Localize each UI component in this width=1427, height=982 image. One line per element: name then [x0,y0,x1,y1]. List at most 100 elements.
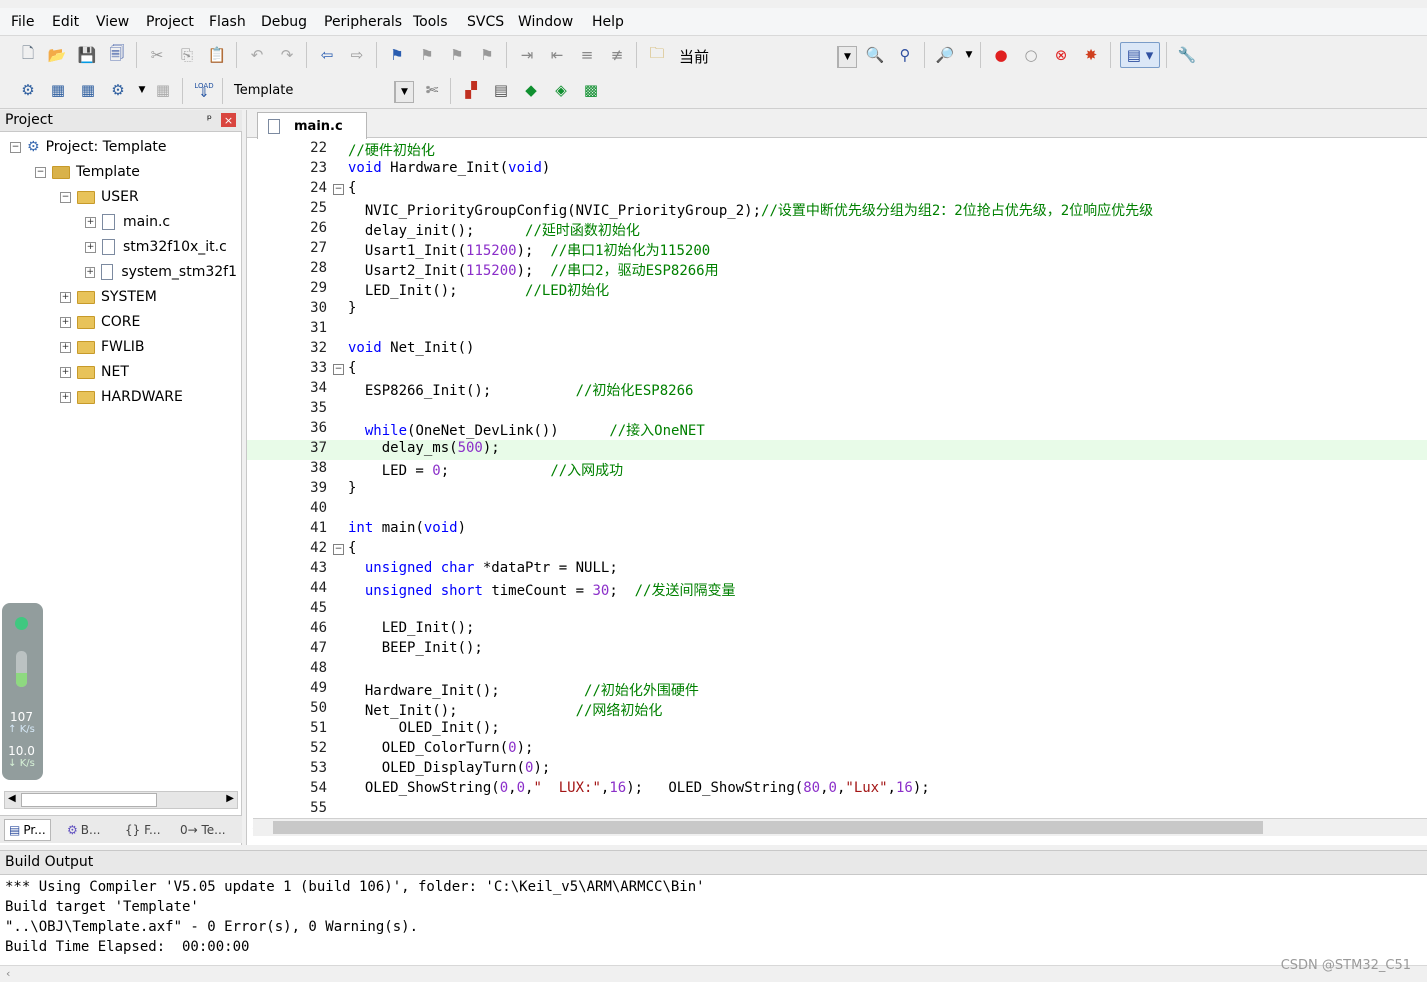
code-line[interactable]: 55 [247,800,1427,820]
code-line[interactable]: 50 Net_Init(); //网络初始化 [247,700,1427,720]
tab-books[interactable]: ⚙ B... [62,819,105,841]
code-line[interactable]: 29 LED_Init(); //LED初始化 [247,280,1427,300]
code-line[interactable]: 44 unsigned short timeCount = 30; //发送间隔… [247,580,1427,600]
code-line[interactable]: 23 void Hardware_Init(void) [247,160,1427,180]
disable-all-breakpoints-icon[interactable]: ⊗ [1050,44,1072,66]
collapse-icon[interactable]: − [35,166,46,178]
find-icon[interactable]: 🔍 [864,44,886,66]
menu-window[interactable]: Window [518,14,573,30]
indent-icon[interactable]: ⇥ [516,44,538,66]
tab-main-c[interactable]: main.c [257,112,367,139]
code-line[interactable]: 25 NVIC_PriorityGroupConfig(NVIC_Priorit… [247,200,1427,220]
code-line[interactable]: 36 while(OneNet_DevLink()) //接入OneNET [247,420,1427,440]
tree-file-it[interactable]: + stm32f10x_it.c [85,236,227,258]
tree-group-system[interactable]: + SYSTEM [60,286,157,308]
scroll-left-icon[interactable]: ‹ [6,967,10,980]
new-file-icon[interactable]: 🗋 [17,44,39,66]
breakpoint-icon[interactable]: ● [990,44,1012,66]
tab-functions[interactable]: {} F... [120,819,166,841]
pack-installer-icon[interactable]: ▩ [580,79,602,101]
code-line[interactable]: 49 Hardware_Init(); //初始化外围硬件 [247,680,1427,700]
code-line[interactable]: 33 { [247,360,1427,380]
menu-svcs[interactable]: SVCS [467,14,504,30]
code-line[interactable]: 48 [247,660,1427,680]
batch-build-icon[interactable]: ⚙ [107,79,129,101]
menu-help[interactable]: Help [592,14,624,30]
close-icon[interactable]: × [221,113,236,127]
expand-icon[interactable]: + [85,266,96,278]
next-bookmark-icon[interactable]: ⚑ [446,44,468,66]
manage-run-time-env-icon[interactable]: ◆ [520,79,542,101]
menu-edit[interactable]: Edit [52,14,79,30]
code-line[interactable]: 38 LED = 0; //入网成功 [247,460,1427,480]
expand-icon[interactable]: + [60,391,71,403]
tree-group-user[interactable]: − USER [60,186,139,208]
disable-breakpoint-icon[interactable]: ○ [1020,44,1042,66]
expand-icon[interactable]: + [60,366,71,378]
code-line[interactable]: 53 OLED_DisplayTurn(0); [247,760,1427,780]
download-icon[interactable]: LOAD ⇓ [192,77,216,103]
open-file-icon[interactable]: 📂 [46,44,68,66]
expand-icon[interactable]: + [60,316,71,328]
expand-icon[interactable]: + [85,216,96,228]
target-select[interactable]: Template [234,83,293,98]
code-line[interactable]: 27 Usart1_Init(115200); //串口1初始化为115200 [247,240,1427,260]
tab-templates[interactable]: 0→ Te... [175,819,231,841]
collapse-icon[interactable]: − [60,191,71,203]
uncomment-icon[interactable]: ≢ [606,44,628,66]
tree-group-hardware[interactable]: + HARDWARE [60,386,183,408]
menu-view[interactable]: View [96,14,129,30]
code-line[interactable]: 24 { [247,180,1427,200]
file-extensions-icon[interactable]: ▤ [490,79,512,101]
redo-icon[interactable]: ↷ [276,44,298,66]
find-scope-label[interactable]: 当前 [679,46,709,67]
tab-project[interactable]: ▤ Pr... [4,819,51,841]
incremental-find-icon[interactable]: ⚲ [894,44,916,66]
code-line[interactable]: 54 OLED_ShowString(0,0," LUX:",16); OLED… [247,780,1427,800]
navigate-back-icon[interactable]: ⇦ [316,44,338,66]
code-line[interactable]: 22 //硬件初始化 [247,140,1427,160]
editor-hscrollbar[interactable] [253,818,1427,836]
fold-toggle-icon[interactable]: − [333,364,344,375]
code-line[interactable]: 51 OLED_Init(); [247,720,1427,740]
copy-icon[interactable]: ⎘ [176,44,198,66]
code-line[interactable]: 43 unsigned char *dataPtr = NULL; [247,560,1427,580]
code-line[interactable]: 26 delay_init(); //延时函数初始化 [247,220,1427,240]
rebuild-icon[interactable]: ▦ [77,79,99,101]
target-options-icon[interactable]: ✄ [421,79,443,101]
select-software-packs-icon[interactable]: ◈ [550,79,572,101]
save-all-icon[interactable]: 🗐 [106,44,128,66]
window-layout-icon[interactable]: ▤ ▾ [1120,42,1160,68]
menu-file[interactable]: File [11,14,34,30]
undo-icon[interactable]: ↶ [246,44,268,66]
code-line[interactable]: 34 ESP8266_Init(); //初始化ESP8266 [247,380,1427,400]
prev-bookmark-icon[interactable]: ⚑ [416,44,438,66]
tree-project-root[interactable]: − ⚙ Project: Template [10,136,167,158]
tree-file-main[interactable]: + main.c [85,211,170,233]
expand-icon[interactable]: + [60,291,71,303]
paste-icon[interactable]: 📋 [206,44,228,66]
save-icon[interactable]: 💾 [76,44,98,66]
target-dropdown[interactable]: ▼ [394,81,414,103]
bookmark-icon[interactable]: ⚑ [386,44,408,66]
unindent-icon[interactable]: ⇤ [546,44,568,66]
code-line[interactable]: 52 OLED_ColorTurn(0); [247,740,1427,760]
code-line[interactable]: 45 [247,600,1427,620]
scroll-thumb[interactable] [21,793,157,807]
code-line[interactable]: 39} [247,480,1427,500]
code-line[interactable]: 41 int main(void) [247,520,1427,540]
menu-debug[interactable]: Debug [261,14,307,30]
tree-group-fwlib[interactable]: + FWLIB [60,336,144,358]
kill-all-breakpoints-icon[interactable]: ✸ [1080,44,1102,66]
menu-flash[interactable]: Flash [209,14,246,30]
scroll-thumb[interactable] [273,821,1263,834]
code-line[interactable]: 31 [247,320,1427,340]
clear-bookmarks-icon[interactable]: ⚑ [476,44,498,66]
code-line[interactable]: 30} [247,300,1427,320]
expand-icon[interactable]: + [85,241,96,253]
navigate-forward-icon[interactable]: ⇨ [346,44,368,66]
comment-icon[interactable]: ≡ [576,44,598,66]
fold-toggle-icon[interactable]: − [333,184,344,195]
code-line[interactable]: 42 { [247,540,1427,560]
stop-build-icon[interactable]: ▦ [152,79,174,101]
